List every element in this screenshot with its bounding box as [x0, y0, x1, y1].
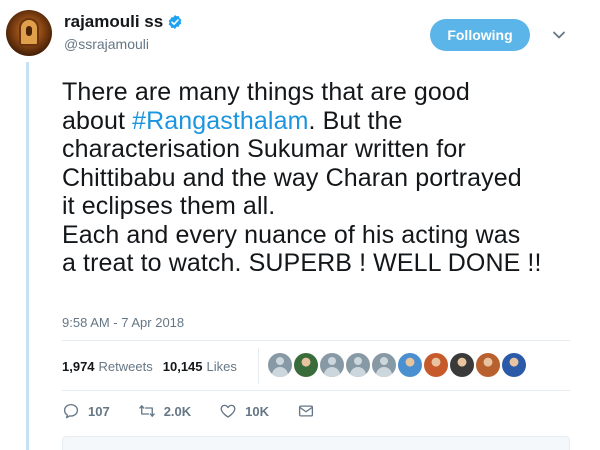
- retweet-action[interactable]: 2.0K: [138, 402, 191, 420]
- liker-avatar[interactable]: [294, 353, 318, 377]
- divider: [62, 390, 570, 391]
- liker-avatar[interactable]: [346, 353, 370, 377]
- tweet-text-segment: Chittibabu and the way Charan portrayed: [62, 163, 522, 192]
- tweet-text-segment: Each and every nuance of his acting was: [62, 220, 521, 249]
- direct-message-action[interactable]: [297, 402, 323, 420]
- retweets-count: 1,974: [62, 359, 95, 374]
- tweet-text-segment: . But the: [308, 106, 403, 135]
- tweet-text-line: it eclipses them all.: [62, 192, 592, 221]
- retweet-icon: [138, 405, 155, 417]
- divider: [62, 340, 570, 341]
- liker-avatar[interactable]: [502, 353, 526, 377]
- tweet-text-line: Each and every nuance of his acting was: [62, 221, 592, 250]
- tweet-timestamp[interactable]: 9:58 AM - 7 Apr 2018: [62, 315, 184, 330]
- heart-icon: [220, 404, 236, 418]
- tweet-text-segment: characterisation Sukumar written for: [62, 135, 466, 163]
- author-name-row[interactable]: rajamouli ss: [64, 12, 183, 32]
- like-action[interactable]: 10K: [219, 402, 269, 420]
- tweet-text-line: characterisation Sukumar written for: [62, 135, 592, 164]
- reply-count: 107: [88, 403, 110, 419]
- tweet-text-line: Chittibabu and the way Charan portrayed: [62, 164, 592, 193]
- reply-action[interactable]: 107: [62, 402, 110, 420]
- liker-avatar[interactable]: [450, 353, 474, 377]
- liker-avatar[interactable]: [398, 353, 422, 377]
- retweets-stat[interactable]: 1,974 Retweets: [62, 359, 153, 374]
- thread-line: [26, 62, 29, 450]
- tweet-text-line: There are many things that are good: [62, 78, 592, 107]
- liker-avatar[interactable]: [372, 353, 396, 377]
- tweet-text: There are many things that are good about…: [62, 78, 592, 278]
- author-display-name[interactable]: rajamouli ss: [64, 12, 163, 32]
- stats-separator: [258, 348, 259, 384]
- tweet-text-segment: about: [62, 106, 133, 135]
- tweet-text-segment: There are many things that are good: [62, 78, 470, 106]
- tweet-text-line: about #Rangasthalam. But the: [62, 107, 592, 136]
- reply-icon: [63, 403, 79, 419]
- tweet-text-segment: a treat to watch. SUPERB ! WELL DONE !!: [62, 249, 542, 277]
- liker-avatar[interactable]: [320, 353, 344, 377]
- tweet-stats: 1,974 Retweets 10,145 Likes: [62, 359, 247, 374]
- likes-stat[interactable]: 10,145 Likes: [163, 359, 237, 374]
- like-count: 10K: [245, 403, 270, 419]
- retweet-count: 2.0K: [163, 403, 192, 419]
- envelope-icon: [298, 405, 314, 417]
- tweet-text-line: a treat to watch. SUPERB ! WELL DONE !!: [62, 249, 592, 278]
- likes-count: 10,145: [162, 359, 203, 374]
- following-button[interactable]: Following: [430, 19, 530, 51]
- likers-avatars: [268, 353, 528, 377]
- tweet-actions: 107 2.0K 10K: [62, 402, 351, 420]
- avatar-emblem: [19, 18, 39, 46]
- liker-avatar[interactable]: [476, 353, 500, 377]
- verified-badge-icon: [168, 15, 182, 29]
- liker-avatar[interactable]: [268, 353, 292, 377]
- retweets-label: Retweets: [98, 359, 153, 374]
- hashtag-link[interactable]: #Rangasthalam: [132, 107, 308, 135]
- liker-avatar[interactable]: [424, 353, 448, 377]
- tweet-text-segment: it eclipses them all.: [62, 192, 276, 220]
- author-avatar[interactable]: [6, 10, 52, 56]
- chevron-down-icon[interactable]: [552, 28, 566, 42]
- author-handle[interactable]: @ssrajamouli: [64, 36, 149, 52]
- likes-label: Likes: [206, 359, 237, 374]
- reply-input-box[interactable]: [62, 436, 570, 450]
